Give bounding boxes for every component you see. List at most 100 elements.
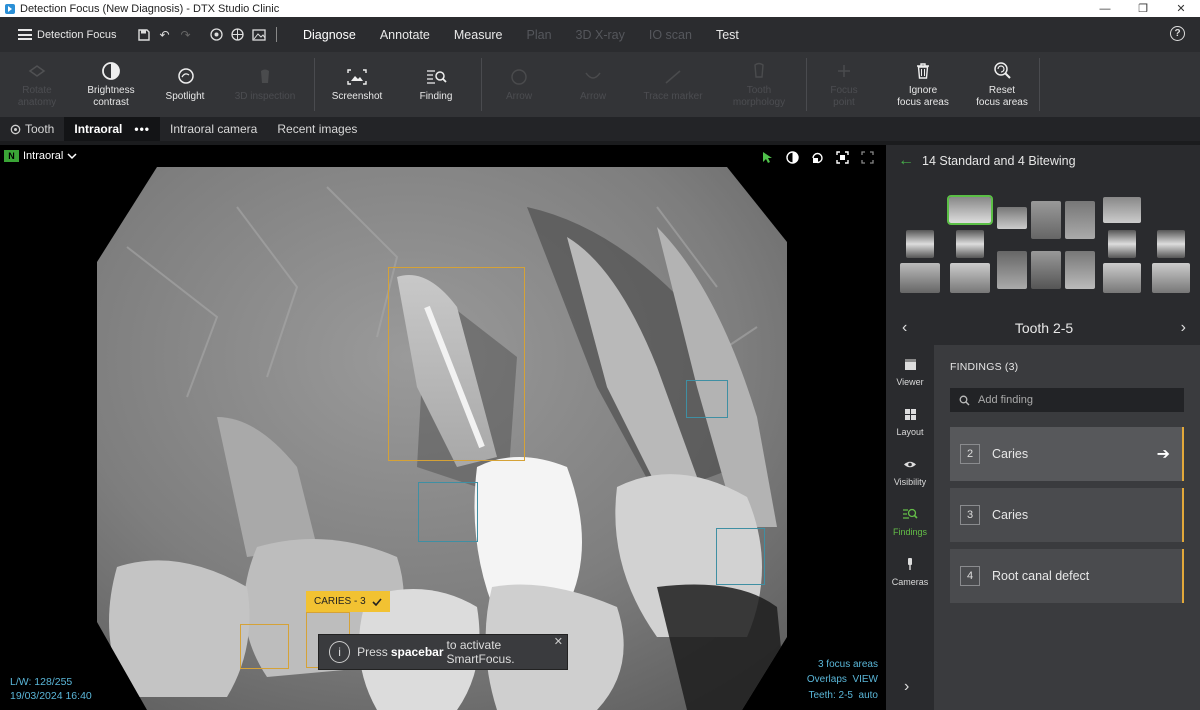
thumbnail[interactable] xyxy=(956,230,984,258)
side-item-label: Visibility xyxy=(893,477,927,487)
finding-item[interactable]: 4 Root canal defect xyxy=(950,549,1184,603)
menu-bar: Detection Focus ↶ ↷ Diagnose Annotate Me… xyxy=(0,17,1200,52)
screenshot-tool[interactable]: Screenshot xyxy=(315,52,399,117)
tab-annotate[interactable]: Annotate xyxy=(368,17,442,52)
tab-3d-xray[interactable]: 3D X-ray xyxy=(564,17,637,52)
screenshot-icon xyxy=(346,66,368,88)
finding-item[interactable]: 3 Caries xyxy=(950,488,1184,542)
side-item-findings[interactable]: Findings xyxy=(886,505,934,537)
tooth-morphology-tool[interactable]: Tooth morphology xyxy=(716,52,802,117)
tab-tooth[interactable]: Tooth xyxy=(0,117,64,141)
image-viewer[interactable]: N Intraoral CARIES - 3 i Press spacebar … xyxy=(0,145,886,710)
thumbnail[interactable] xyxy=(1108,230,1136,258)
undo-icon[interactable]: ↶ xyxy=(157,27,172,42)
finding-item[interactable]: 2 Caries ➔ xyxy=(950,427,1184,481)
thumbnail[interactable] xyxy=(997,207,1027,229)
arrow-right-icon[interactable]: ➔ xyxy=(1157,444,1170,464)
save-icon[interactable] xyxy=(136,27,151,42)
arrow-tool[interactable]: Arrow xyxy=(482,52,556,117)
overlaps-label: Overlaps xyxy=(806,674,847,685)
thumbnail[interactable] xyxy=(947,195,993,225)
thumbnail[interactable] xyxy=(1065,201,1095,239)
tooth-navigator: ‹ Tooth 2-5 › xyxy=(886,313,1200,343)
findings-icon xyxy=(886,505,934,523)
focus-area-blue[interactable] xyxy=(686,380,728,418)
teeth-label: Teeth: 2-5 xyxy=(808,689,853,701)
tab-intraoral-camera[interactable]: Intraoral camera xyxy=(160,117,267,141)
maximize-button[interactable]: ❐ xyxy=(1124,0,1162,17)
fullscreen-icon[interactable] xyxy=(861,151,874,164)
teeth-auto-link[interactable]: auto xyxy=(859,690,878,701)
chevron-right-icon[interactable]: › xyxy=(904,678,909,696)
fit-view-icon[interactable] xyxy=(836,151,849,164)
3d-inspection-tool[interactable]: 3D inspection xyxy=(222,52,308,117)
app-logo-icon xyxy=(5,3,15,14)
rotate-view-icon[interactable] xyxy=(811,151,824,164)
main-menu-button[interactable]: Detection Focus xyxy=(0,29,136,41)
chevron-right-icon[interactable]: › xyxy=(1181,319,1186,337)
redo-icon[interactable]: ↷ xyxy=(178,27,193,42)
hamburger-icon xyxy=(18,29,32,40)
export-icon[interactable] xyxy=(209,27,224,42)
reset-focus-areas-button[interactable]: Reset focus areas xyxy=(965,52,1039,117)
minimize-button[interactable]: — xyxy=(1086,0,1124,17)
back-arrow-icon[interactable]: ← xyxy=(898,152,914,170)
overlay-info: 3 focus areas Overlaps VIEW Teeth: 2-5 a… xyxy=(807,657,878,704)
viewer-mode-selector[interactable]: N Intraoral xyxy=(4,150,77,162)
window-titlebar: Detection Focus (New Diagnosis) - DTX St… xyxy=(0,0,1200,17)
morphology-icon xyxy=(748,60,770,82)
focus-area-blue[interactable] xyxy=(716,528,765,585)
brightness-contrast-tool[interactable]: Brightness contrast xyxy=(74,52,148,117)
caries-tag-text: CARIES - 3 xyxy=(314,596,366,607)
thumbnail[interactable] xyxy=(950,263,990,293)
main-menu-label: Detection Focus xyxy=(37,28,117,41)
caries-label-tag[interactable]: CARIES - 3 xyxy=(306,591,390,612)
thumbnail[interactable] xyxy=(1031,201,1061,239)
thumbnail[interactable] xyxy=(900,263,940,293)
tab-intraoral[interactable]: Intraoral ••• xyxy=(64,117,160,141)
gallery-icon[interactable] xyxy=(251,27,266,42)
trace-marker-tool[interactable]: Trace marker xyxy=(630,52,716,117)
tab-recent-images[interactable]: Recent images xyxy=(267,117,367,141)
series-title: 14 Standard and 4 Bitewing xyxy=(922,154,1076,168)
thumbnail[interactable] xyxy=(906,230,934,258)
ignore-focus-areas-button[interactable]: Ignore focus areas xyxy=(881,52,965,117)
focus-area-blue[interactable] xyxy=(418,482,478,542)
focus-area-orange[interactable] xyxy=(388,267,525,461)
close-button[interactable]: ✕ xyxy=(1162,0,1200,17)
rotate-anatomy-tool[interactable]: Rotate anatomy xyxy=(0,52,74,117)
chevron-left-icon[interactable]: ‹ xyxy=(902,319,907,337)
toast-close-icon[interactable]: ✕ xyxy=(554,635,563,648)
focus-area-orange[interactable] xyxy=(240,624,289,669)
pointer-icon[interactable] xyxy=(761,151,774,164)
arrow2-tool[interactable]: Arrow xyxy=(556,52,630,117)
thumbnail[interactable] xyxy=(1157,230,1185,258)
thumbnail[interactable] xyxy=(1103,197,1141,223)
acquisition-datetime: 19/03/2024 16:40 xyxy=(10,690,92,702)
thumbnail[interactable] xyxy=(1031,251,1061,289)
more-options-icon[interactable]: ••• xyxy=(134,122,150,136)
side-item-cameras[interactable]: Cameras xyxy=(886,555,934,587)
focus-point-tool[interactable]: Focus point xyxy=(807,52,881,117)
overlaps-view-link[interactable]: VIEW xyxy=(852,674,878,685)
add-finding-input[interactable]: Add finding xyxy=(950,388,1184,412)
contrast-icon[interactable] xyxy=(786,151,799,164)
finding-tool[interactable]: Finding xyxy=(399,52,473,117)
thumbnail[interactable] xyxy=(1065,251,1095,289)
side-item-viewer[interactable]: Viewer xyxy=(886,355,934,387)
tab-plan[interactable]: Plan xyxy=(515,17,564,52)
help-icon[interactable]: ? xyxy=(1170,26,1185,41)
finding-label: Caries xyxy=(992,508,1029,522)
side-item-layout[interactable]: Layout xyxy=(886,405,934,437)
tab-diagnose[interactable]: Diagnose xyxy=(291,17,368,52)
tab-io-scan[interactable]: IO scan xyxy=(637,17,704,52)
spotlight-tool[interactable]: Spotlight xyxy=(148,52,222,117)
thumbnail[interactable] xyxy=(1103,263,1141,293)
tab-test[interactable]: Test xyxy=(704,17,751,52)
thumbnail[interactable] xyxy=(1152,263,1190,293)
tool-label: Arrow xyxy=(579,91,607,102)
share-icon[interactable] xyxy=(230,27,245,42)
side-item-visibility[interactable]: Visibility xyxy=(886,455,934,487)
thumbnail[interactable] xyxy=(997,251,1027,289)
tab-measure[interactable]: Measure xyxy=(442,17,515,52)
